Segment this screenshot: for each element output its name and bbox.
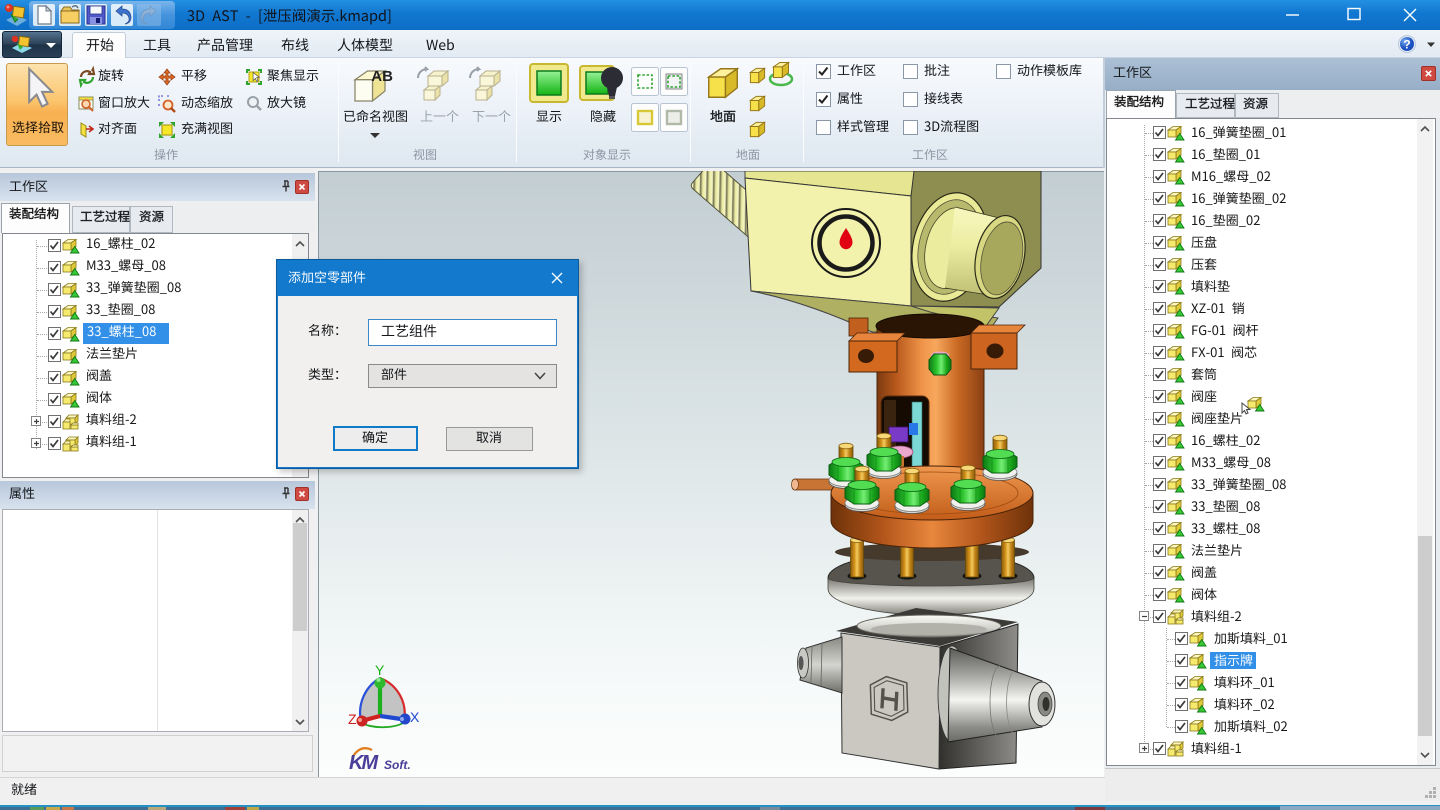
svg-text:Soft.: Soft. — [384, 758, 411, 772]
svg-text:?: ? — [1403, 38, 1410, 52]
svg-text:AB: AB — [371, 68, 393, 85]
svg-text:KM: KM — [349, 752, 379, 774]
svg-text:Y: Y — [375, 662, 385, 678]
svg-text:X: X — [410, 709, 420, 725]
svg-text:Z: Z — [348, 711, 357, 727]
